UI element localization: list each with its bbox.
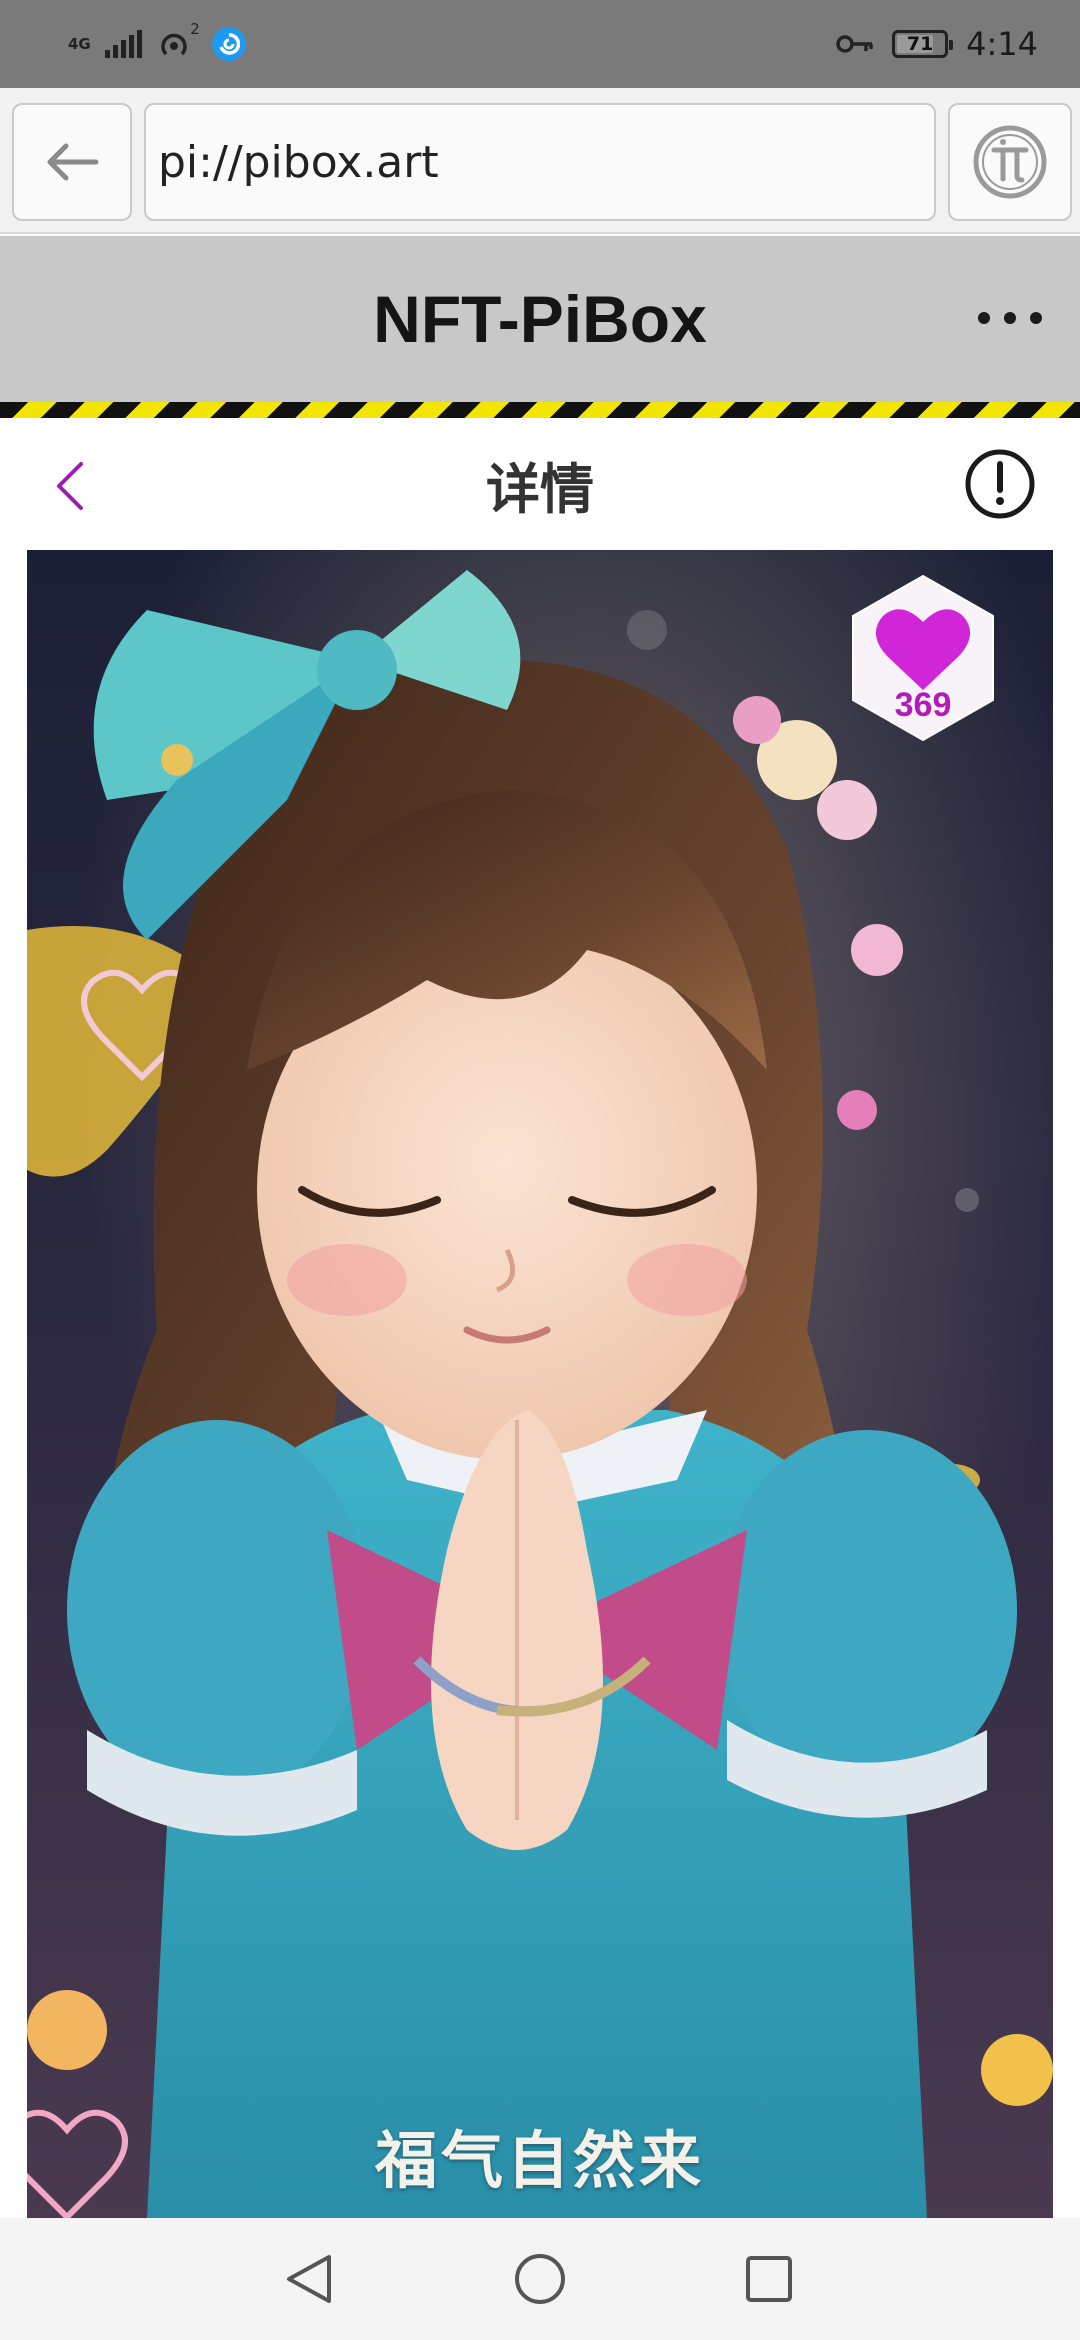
triangle-back-icon — [287, 2255, 331, 2303]
info-button[interactable] — [964, 448, 1036, 520]
more-horizontal-icon[interactable] — [978, 294, 1042, 342]
battery-icon: 71 — [892, 30, 954, 58]
status-bar: 4G 2 71 4:14 — [0, 0, 1080, 88]
network-type-label: 4G — [68, 34, 91, 53]
circle-home-icon — [515, 2254, 565, 2304]
nft-illustration — [27, 550, 1053, 2218]
pi-wallet-button[interactable] — [948, 103, 1072, 221]
app-title: NFT-PiBox — [373, 282, 707, 356]
like-badge[interactable]: 369 — [837, 572, 1009, 744]
status-left: 4G 2 — [68, 20, 246, 66]
nav-recents-button[interactable] — [734, 2244, 804, 2314]
exclamation-circle-icon — [965, 449, 1035, 519]
nft-artwork[interactable]: 369 福气自然来 — [27, 550, 1053, 2218]
signal-icon — [104, 30, 142, 58]
detail-header: 详情 — [0, 418, 1080, 550]
battery-level: 71 — [906, 33, 934, 55]
hotspot-icon: 2 — [156, 20, 200, 62]
pi-logo-icon — [973, 125, 1047, 199]
system-nav-bar — [0, 2218, 1080, 2340]
browser-back-button[interactable] — [12, 103, 132, 221]
nav-home-button[interactable] — [505, 2244, 575, 2314]
hotspot-count: 2 — [190, 20, 200, 38]
nav-back-button[interactable] — [274, 2244, 344, 2314]
detail-title: 详情 — [486, 457, 594, 521]
clock: 4:14 — [966, 25, 1038, 63]
url-field[interactable]: pi://pibox.art — [144, 103, 936, 221]
browser-bar: pi://pibox.art — [0, 88, 1080, 234]
like-count: 369 — [894, 686, 952, 724]
notification-app-icon — [211, 27, 246, 61]
artwork-caption: 福气自然来 — [374, 2124, 705, 2197]
key-icon — [836, 35, 873, 53]
square-recents-icon — [746, 2256, 792, 2302]
hazard-stripe-divider — [0, 402, 1080, 418]
app-header: NFT-PiBox — [0, 236, 1080, 402]
status-right: 71 4:14 — [836, 22, 1038, 66]
arrow-left-icon — [47, 143, 99, 181]
